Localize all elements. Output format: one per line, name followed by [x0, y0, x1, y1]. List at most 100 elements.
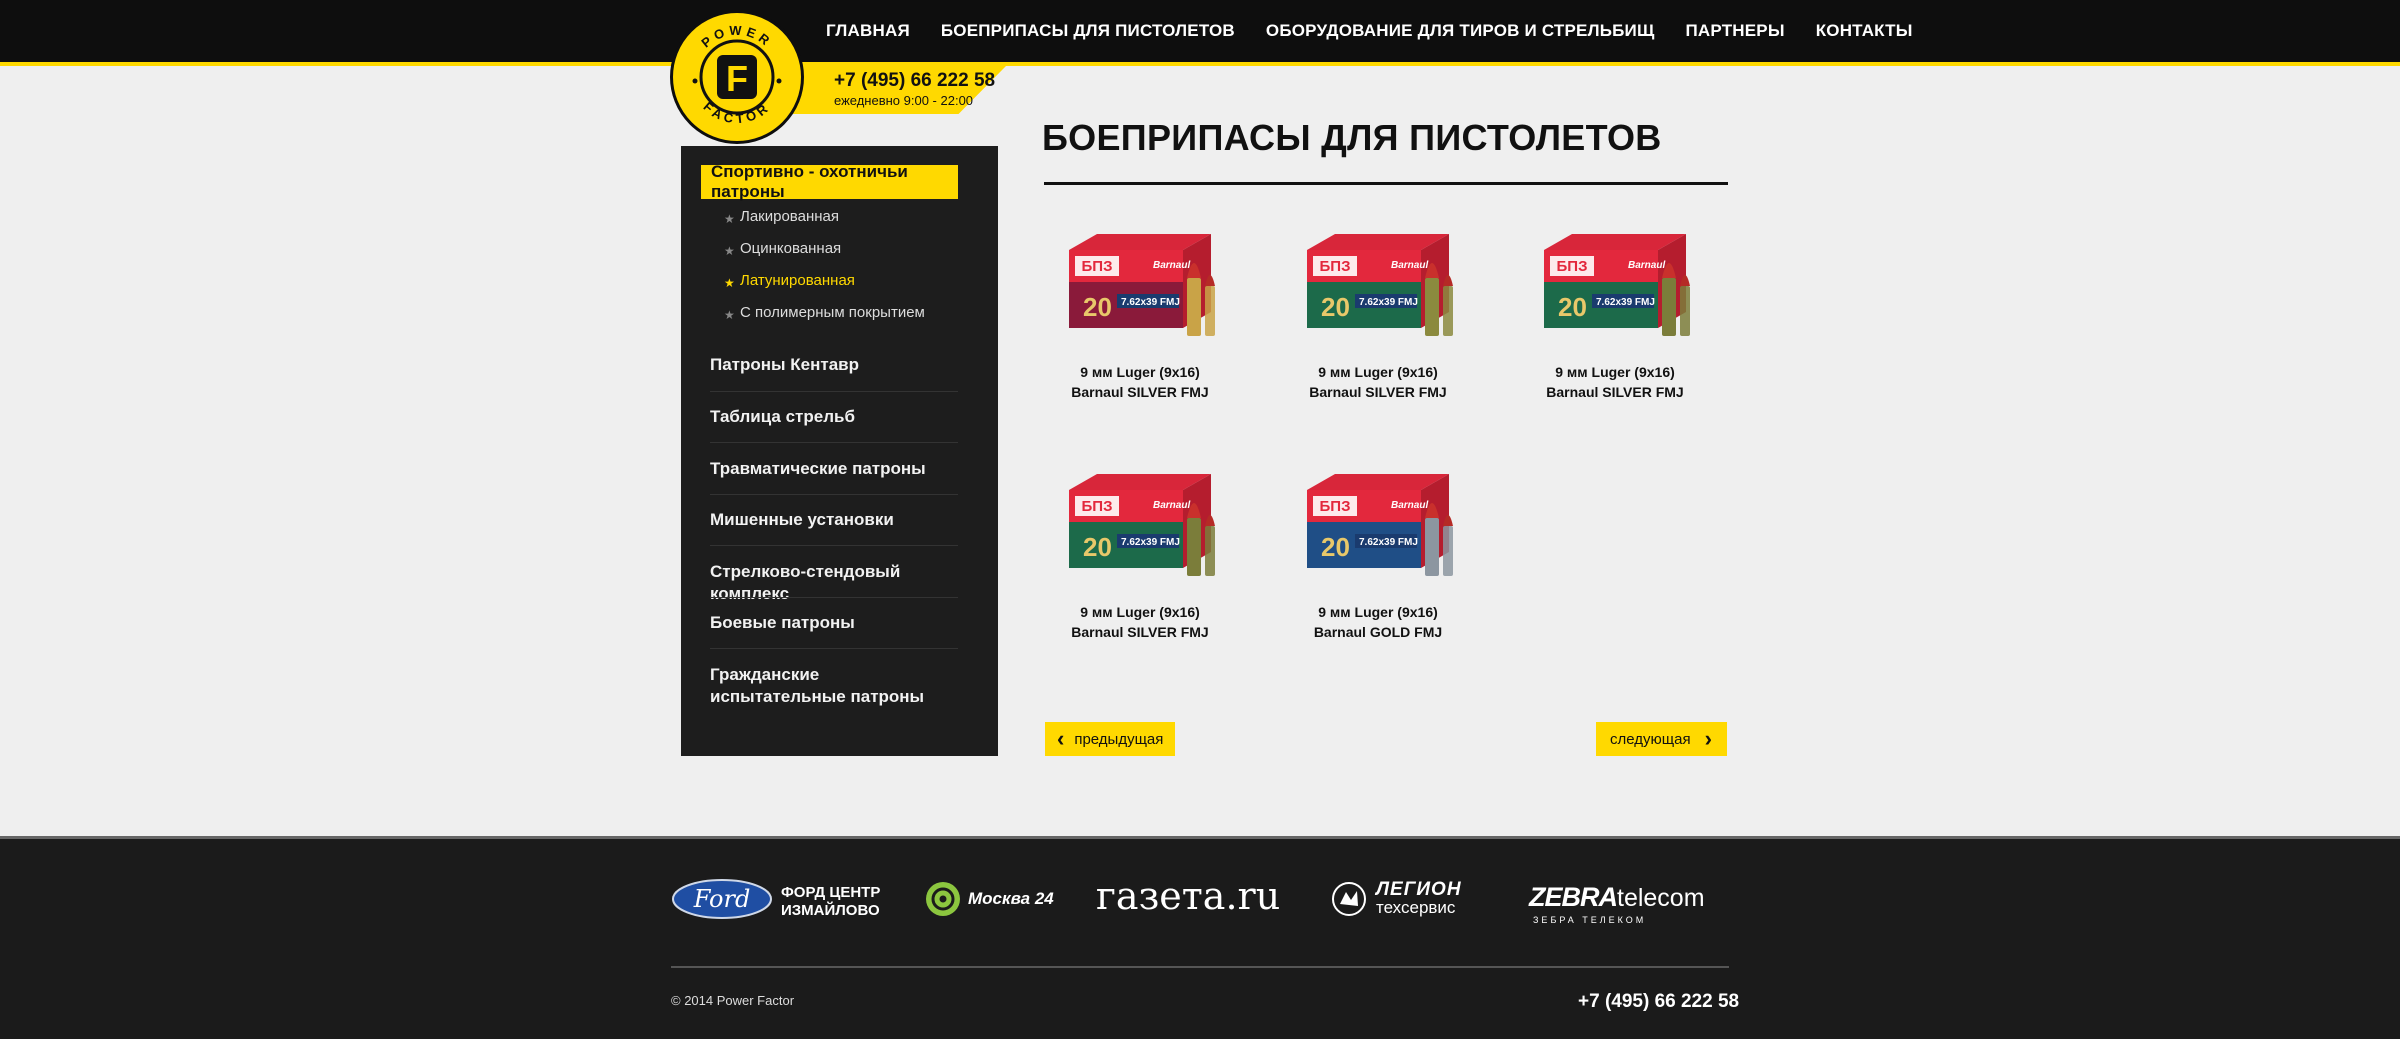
- box-logo-text: БПЗ: [1320, 498, 1351, 515]
- next-label: следующая: [1610, 730, 1691, 748]
- product-name-line2: Barnaul SILVER FMJ: [1071, 384, 1209, 400]
- box-caliber: 7.62x39 FMJ: [1596, 297, 1655, 308]
- nav-ammo[interactable]: БОЕПРИПАСЫ ДЛЯ ПИСТОЛЕТОВ: [941, 21, 1235, 41]
- box-logo-text: БПЗ: [1082, 258, 1113, 275]
- nav-home[interactable]: ГЛАВНАЯ: [826, 21, 910, 41]
- box-brand: Barnaul: [1628, 260, 1665, 271]
- moskva24-text: Москва 24: [968, 889, 1054, 908]
- partner-zebra[interactable]: ZEBRAtelecom ЗЕБРА ТЕЛЕКОМ: [1529, 882, 1705, 926]
- header-phone[interactable]: +7 (495) 66 222 58: [834, 70, 995, 92]
- product-name[interactable]: 9 мм Luger (9x16) Barnaul SILVER FMJ: [1040, 602, 1240, 642]
- sidebar-item-sport-hunting[interactable]: Спортивно - охотничьи патроны: [701, 162, 958, 201]
- header-hours: ежедневно 9:00 - 22:00: [834, 93, 974, 108]
- divider: [710, 545, 958, 546]
- sidebar-item-shooting-complex[interactable]: Стрелково-стендовый комплекс: [710, 561, 958, 605]
- box-brand: Barnaul: [1391, 260, 1428, 271]
- product-name[interactable]: 9 мм Luger (9x16) Barnaul SILVER FMJ: [1515, 362, 1715, 402]
- box-caliber: 7.62x39 FMJ: [1121, 537, 1180, 548]
- partner-gazeta[interactable]: газета.ru: [1096, 874, 1280, 918]
- power-factor-logo[interactable]: POWER FACTOR F: [670, 10, 804, 144]
- nav-partners[interactable]: ПАРТНЕРЫ: [1686, 21, 1785, 41]
- partner-ford-text: ФОРД ЦЕНТР ИЗМАЙЛОВО: [781, 884, 880, 920]
- star-icon: ★: [724, 244, 735, 258]
- legion-icon: [1332, 882, 1366, 916]
- box-brand: Barnaul: [1153, 500, 1190, 511]
- chevron-left-icon: ‹: [1057, 726, 1065, 751]
- product-card[interactable]: БПЗ Barnaul 20 7.62x39 FMJ 9 мм Luger (9x16)…: [1278, 226, 1478, 402]
- subitem-lacquered[interactable]: Лакированная: [740, 208, 839, 225]
- box-caliber: 7.62x39 FMJ: [1359, 537, 1418, 548]
- product-name-line2: Barnaul GOLD FMJ: [1313, 624, 1443, 640]
- zebra-light: telecom: [1617, 884, 1705, 912]
- top-bar: ГЛАВНАЯ БОЕПРИПАСЫ ДЛЯ ПИСТОЛЕТОВ ОБОРУД…: [0, 0, 2400, 66]
- sidebar-item-civil-test[interactable]: Гражданские испытательные патроны: [710, 664, 958, 708]
- prev-page-button[interactable]: ‹ предыдущая: [1045, 722, 1175, 756]
- product-name-line1: 9 мм Luger (9x16): [1318, 604, 1438, 620]
- chevron-right-icon: ›: [1704, 726, 1712, 751]
- partner-legion[interactable]: ЛЕГИОН техсервис: [1330, 880, 1462, 918]
- product-card[interactable]: БПЗ Barnaul 20 7.62x39 FMJ 9 мм Luger (9x16)…: [1278, 466, 1478, 642]
- product-name-line1: 9 мм Luger (9x16): [1555, 364, 1675, 380]
- copyright: © 2014 Power Factor: [671, 993, 795, 1008]
- ammo-box-image: БПЗ Barnaul 20 7.62x39 FMJ: [1069, 474, 1215, 576]
- product-name-line1: 9 мм Luger (9x16): [1080, 364, 1200, 380]
- logo-letter: F: [726, 58, 748, 99]
- footer-divider: [671, 966, 1729, 968]
- sidebar-item-kentavr[interactable]: Патроны Кентавр: [710, 354, 958, 376]
- sidebar-item-targets[interactable]: Мишенные установки: [710, 509, 958, 531]
- product-name-line2: Barnaul SILVER FMJ: [1071, 624, 1209, 640]
- ammo-box-image: БПЗ Barnaul 20 7.62x39 FMJ: [1069, 234, 1215, 336]
- nav-equipment[interactable]: ОБОРУДОВАНИЕ ДЛЯ ТИРОВ И СТРЕЛЬБИЩ: [1266, 21, 1655, 41]
- product-name-line1: 9 мм Luger (9x16): [1318, 364, 1438, 380]
- subitem-zinc[interactable]: Оцинкованная: [740, 240, 841, 257]
- subitem-brass[interactable]: Латунированная: [740, 272, 855, 289]
- ford-logo-text: Ford: [693, 885, 751, 913]
- partner-moskva24[interactable]: Москва 24: [924, 880, 1054, 918]
- box-count: 20: [1321, 532, 1350, 562]
- box-count: 20: [1558, 292, 1587, 322]
- sidebar-item-firing-table[interactable]: Таблица стрельб: [710, 406, 958, 428]
- nav-contacts[interactable]: КОНТАКТЫ: [1816, 21, 1913, 41]
- product-card[interactable]: БПЗ Barnaul 20 7.62x39 FMJ 9 мм Luger (9x16)…: [1515, 226, 1715, 402]
- sidebar-item-traumatic[interactable]: Травматические патроны: [710, 458, 958, 480]
- zebra-bold: ZEBRA: [1529, 882, 1618, 912]
- main-nav: ГЛАВНАЯ БОЕПРИПАСЫ ДЛЯ ПИСТОЛЕТОВ ОБОРУД…: [826, 0, 1944, 62]
- ammo-box-image: БПЗ Barnaul 20 7.62x39 FMJ: [1307, 474, 1453, 576]
- box-logo-text: БПЗ: [1082, 498, 1113, 515]
- divider: [710, 597, 958, 598]
- prev-label: предыдущая: [1074, 730, 1164, 748]
- product-name-line2: Barnaul SILVER FMJ: [1546, 384, 1684, 400]
- ammo-box-image: БПЗ Barnaul 20 7.62x39 FMJ: [1544, 234, 1690, 336]
- box-count: 20: [1083, 292, 1112, 322]
- moskva24-icon: [926, 882, 960, 916]
- product-name[interactable]: 9 мм Luger (9x16) Barnaul SILVER FMJ: [1278, 362, 1478, 402]
- subitem-polymer[interactable]: С полимерным покрытием: [740, 304, 925, 321]
- divider: [710, 648, 958, 649]
- footer-phone[interactable]: +7 (495) 66 222 58: [1578, 991, 1739, 1013]
- box-logo-text: БПЗ: [1557, 258, 1588, 275]
- legion-line2: техсервис: [1376, 898, 1456, 917]
- title-divider: [1044, 182, 1728, 185]
- next-page-button[interactable]: следующая ›: [1596, 722, 1727, 756]
- partner-ford[interactable]: Ford: [671, 878, 773, 925]
- divider: [710, 494, 958, 495]
- box-brand: Barnaul: [1391, 500, 1428, 511]
- box-brand: Barnaul: [1153, 260, 1190, 271]
- svg-text:POWER: POWER: [698, 23, 775, 51]
- product-card[interactable]: БПЗ Barnaul 20 7.62x39 FMJ 9 мм Luger (9x16)…: [1040, 226, 1240, 402]
- box-caliber: 7.62x39 FMJ: [1121, 297, 1180, 308]
- product-name-line2: Barnaul SILVER FMJ: [1309, 384, 1447, 400]
- box-count: 20: [1321, 292, 1350, 322]
- star-icon: ★: [724, 276, 735, 290]
- product-name[interactable]: 9 мм Luger (9x16) Barnaul SILVER FMJ: [1040, 362, 1240, 402]
- star-icon: ★: [724, 308, 735, 322]
- ammo-box-image: БПЗ Barnaul 20 7.62x39 FMJ: [1307, 234, 1453, 336]
- product-name[interactable]: 9 мм Luger (9x16) Barnaul GOLD FMJ: [1278, 602, 1478, 642]
- box-count: 20: [1083, 532, 1112, 562]
- svg-text:FACTOR: FACTOR: [701, 99, 774, 127]
- ford-line1: ФОРД ЦЕНТР: [781, 884, 881, 901]
- ford-line2: ИЗМАЙЛОВО: [781, 902, 880, 919]
- sidebar-item-combat[interactable]: Боевые патроны: [710, 612, 958, 634]
- product-card[interactable]: БПЗ Barnaul 20 7.62x39 FMJ 9 мм Luger (9x16)…: [1040, 466, 1240, 642]
- divider: [710, 391, 958, 392]
